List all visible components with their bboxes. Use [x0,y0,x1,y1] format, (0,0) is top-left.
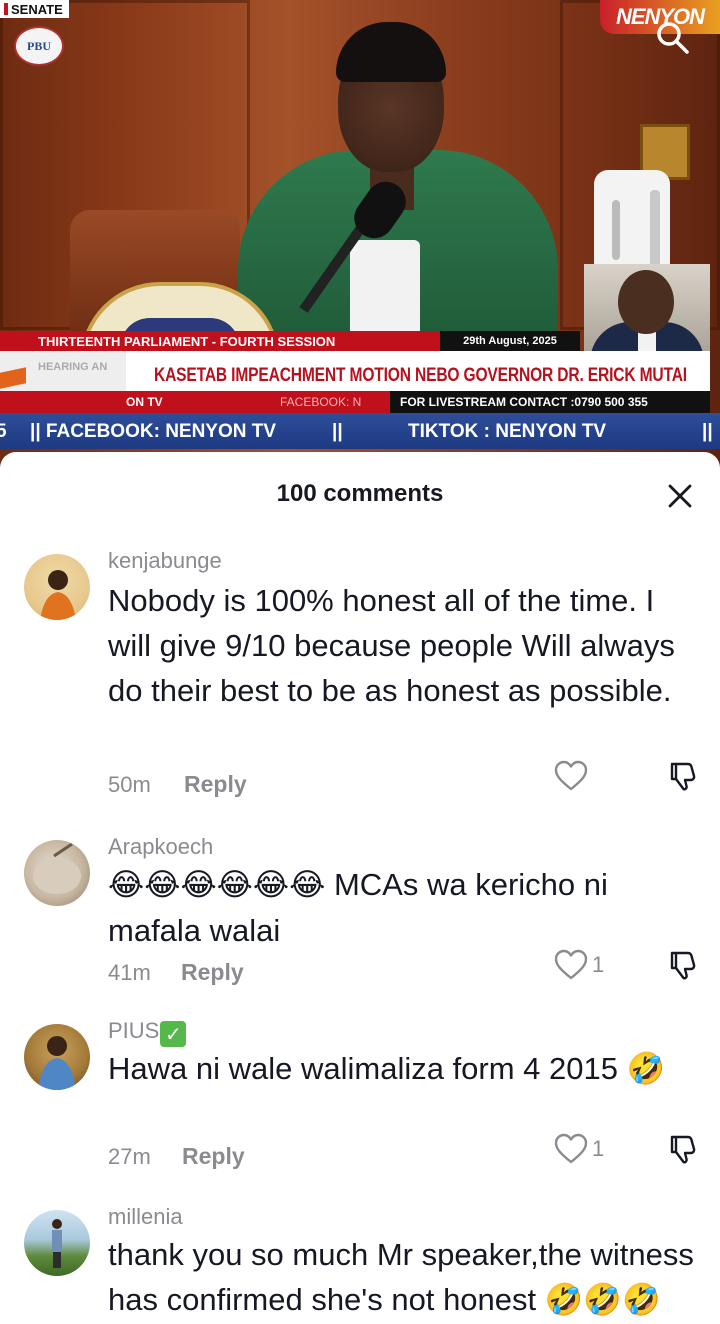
session-date: 29th August, 2025 [440,331,580,351]
social-tv: ON TV [126,395,163,409]
close-icon[interactable] [666,482,694,510]
comment-text: 😂😂😂😂😂😂 MCAs wa kericho ni mafala walai [108,862,698,953]
comment-username[interactable]: kenjabunge [108,548,222,574]
social-bar: ON TV FACEBOOK: N FOR LIVESTREAM CONTACT… [0,391,710,413]
session-label: THIRTEENTH PARLIAMENT - FOURTH SESSION [38,333,336,349]
heart-icon [554,760,588,791]
dislike-button[interactable] [662,945,702,985]
ticker-item: TIKTOK : NENYON TV [408,421,607,442]
avatar-figure [33,842,81,894]
heart-icon [554,1133,588,1164]
speaker-hair [336,22,446,82]
ticker-item: || FACEBOOK: NENYON TV [30,421,277,442]
senate-bar [4,3,8,15]
comments-count: 100 comments [276,480,444,507]
search-icon[interactable] [655,20,691,56]
headline-text: KASETAB IMPEACHMENT MOTION NEBO GOVERNOR… [154,365,687,386]
avatar[interactable] [24,1210,90,1276]
dispenser-slot [650,190,660,270]
avatar[interactable] [24,554,90,620]
comment-time: 27m [108,1144,151,1169]
comment-time: 41m [108,960,151,985]
close-button[interactable] [660,476,700,516]
comment-time: 50m [108,772,151,797]
avatar-figure [52,1219,62,1268]
like-button[interactable] [554,756,614,796]
video-player[interactable]: SENATE PBU NENYON THIRTEENTH PARLIAMENT … [0,0,720,470]
dispenser-slot [612,200,620,260]
comment-text: thank you so much Mr speaker,the witness… [108,1232,698,1324]
ticker-bar: 5 || FACEBOOK: NENYON TV || TIKTOK : NEN… [0,413,720,449]
pbu-logo: PBU [14,26,64,66]
like-count: 1 [592,1136,605,1161]
comments-sheet: 100 comments kenjabunge Nobody is 100% h… [0,452,720,1324]
headline-bar: HEARING AN KASETAB IMPEACHMENT MOTION NE… [0,351,710,391]
like-button[interactable]: 1 [554,945,614,985]
ticker-item: || [702,421,713,442]
comment-username[interactable]: millenia [108,1204,183,1230]
avatar[interactable] [24,840,90,906]
laughing-emoji: 😂😂😂😂😂😂 [108,867,326,903]
comment-text: Hawa ni wale walimaliza form 4 2015 🤣 [108,1046,698,1092]
ticker-item: 5 [0,421,7,442]
contact-text: FOR LIVESTREAM CONTACT :0790 500 355 [390,391,710,413]
inset-video [584,264,710,356]
comments-header: 100 comments [0,452,720,534]
thumbs-down-icon [670,1135,696,1164]
social-facebook: FACEBOOK: N [280,395,362,409]
thumbs-down-icon [670,951,696,980]
thumbs-down-icon [670,762,696,791]
comment-username[interactable]: Arapkoech [108,834,213,860]
verified-check-icon: ✓ [160,1021,187,1047]
senate-badge: SENATE [0,0,69,18]
session-bar: THIRTEENTH PARLIAMENT - FOURTH SESSION 2… [0,331,580,351]
reply-button[interactable]: Reply [182,1143,245,1170]
dislike-button[interactable] [662,756,702,796]
comment-text: Nobody is 100% honest all of the time. I… [108,583,675,708]
rofl-emoji: 🤣 [626,1051,666,1087]
inset-face [618,270,674,334]
avatar-figure [38,1036,76,1090]
pbu-logo-text: PBU [27,38,51,53]
avatar[interactable] [24,1024,90,1090]
comment-username[interactable]: PIUS ✓ [108,1018,187,1047]
like-button[interactable]: 1 [554,1129,614,1169]
ticker-item: || [332,421,343,442]
reply-button[interactable]: Reply [181,959,244,986]
dislike-button[interactable] [662,1129,702,1169]
reply-button[interactable]: Reply [184,771,247,798]
avatar-figure [40,570,76,620]
like-count: 1 [592,952,605,977]
comment-text-body: Hawa ni wale walimaliza form 4 2015 [108,1051,619,1086]
username-text: PIUS [108,1018,160,1043]
senate-label: SENATE [11,1,63,17]
heart-icon [554,949,588,980]
